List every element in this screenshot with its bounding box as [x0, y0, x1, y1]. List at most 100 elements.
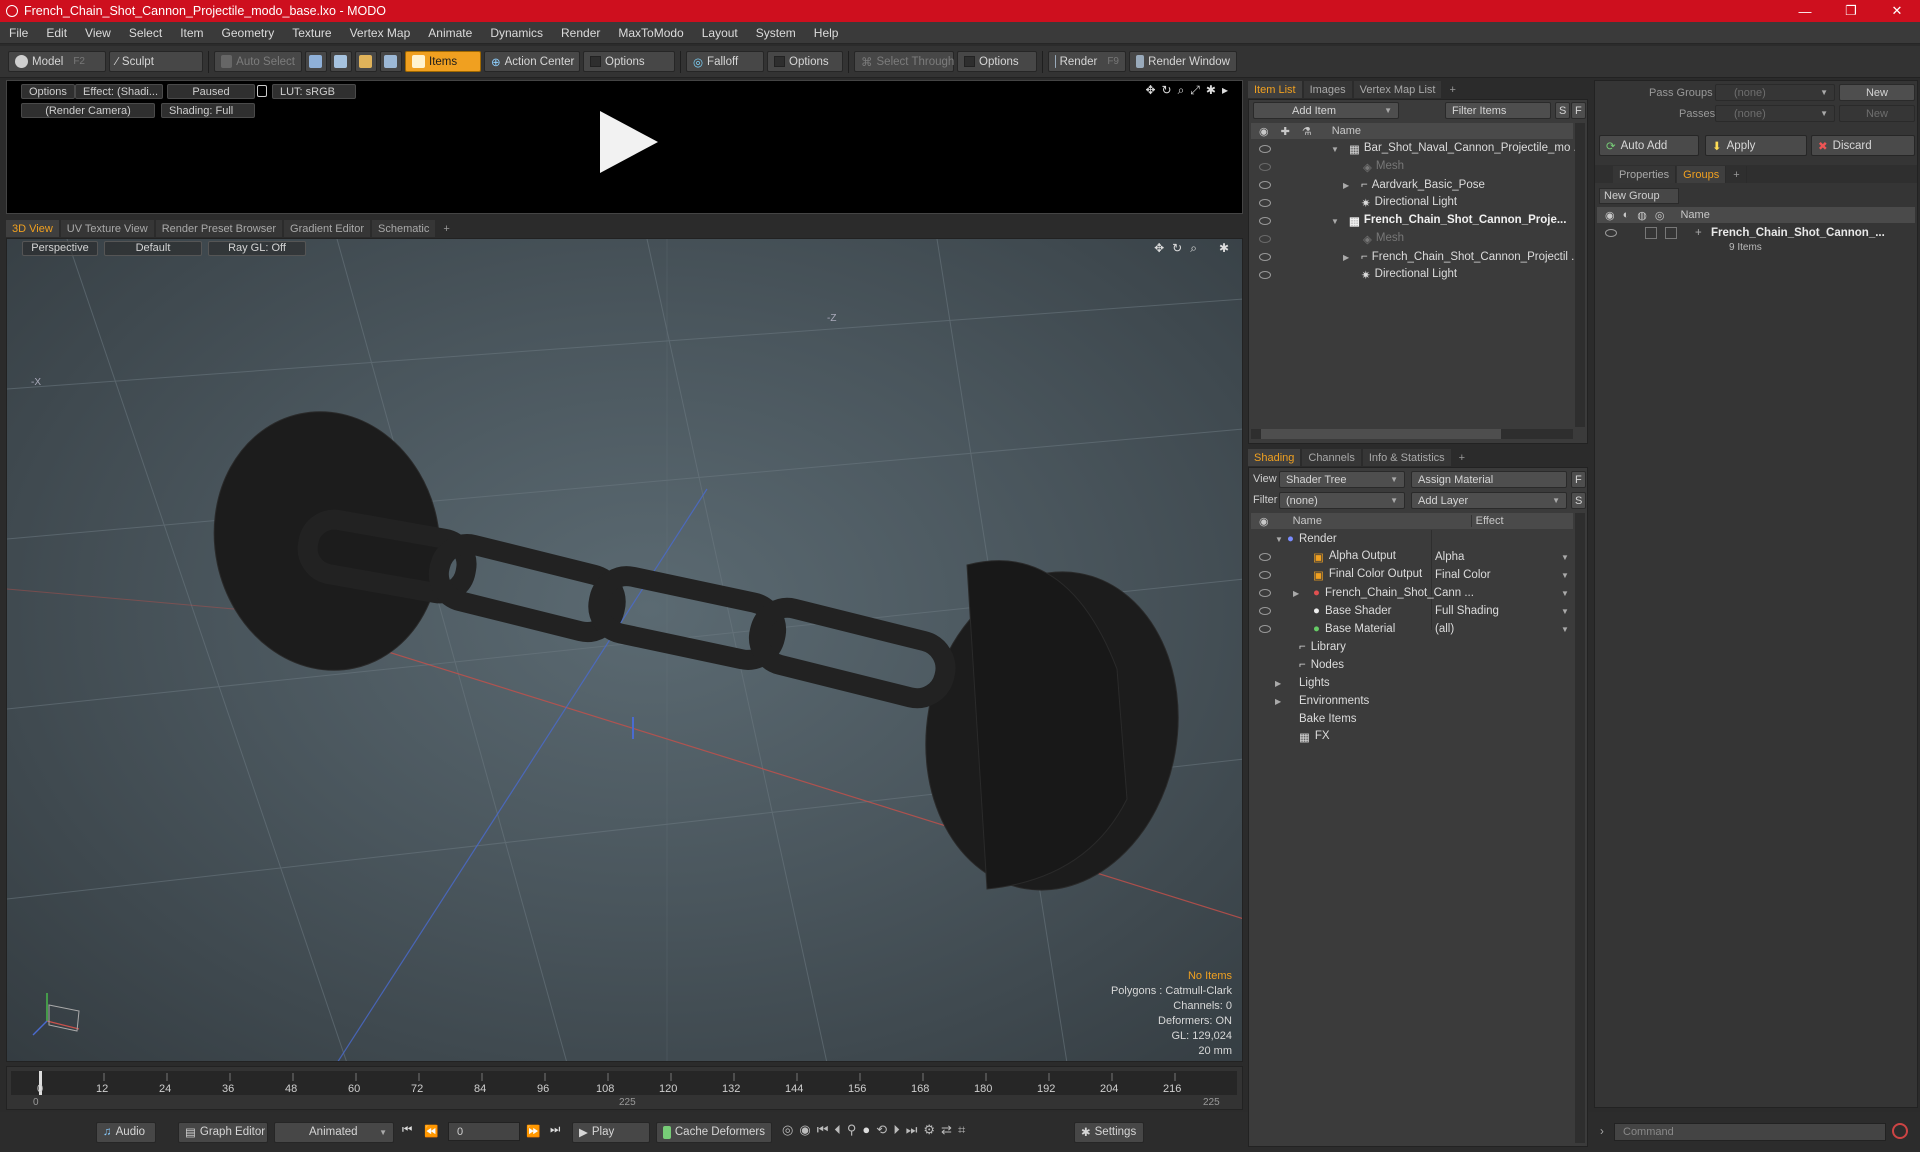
- tab-render-preset-browser[interactable]: Render Preset Browser: [155, 220, 284, 237]
- menu-animate[interactable]: Animate: [419, 26, 481, 40]
- list-item[interactable]: ▼ ▦ Bar_Shot_Naval_Cannon_Projectile_mo ..…: [1251, 140, 1583, 158]
- options-checkbox[interactable]: [590, 56, 601, 67]
- snap-icon[interactable]: ⌗: [958, 1122, 965, 1138]
- shading-dropdown[interactable]: Shading: Full: [161, 103, 255, 118]
- tab-groups[interactable]: Groups: [1677, 166, 1727, 183]
- chevron-down-icon[interactable]: ▼: [1561, 553, 1569, 562]
- action-center-options-button[interactable]: Options: [583, 51, 675, 72]
- add-layer-dropdown[interactable]: Add Layer ▼: [1411, 492, 1567, 509]
- graph-editor-button[interactable]: ▤ Graph Editor: [178, 1121, 268, 1143]
- key-all-icon[interactable]: ◉: [799, 1122, 810, 1138]
- passes-dropdown[interactable]: (none) ▼: [1715, 105, 1835, 122]
- add-tab-button[interactable]: +: [1453, 449, 1473, 466]
- expand-icon[interactable]: +: [1695, 227, 1702, 239]
- menu-item[interactable]: Item: [171, 26, 212, 40]
- shader-item[interactable]: ▣ Alpha Output Alpha ▼: [1251, 548, 1573, 566]
- eye-icon[interactable]: [1259, 145, 1271, 153]
- skip-start-icon[interactable]: ⏮: [402, 1124, 412, 1137]
- render-camera-dropdown[interactable]: (Render Camera): [21, 103, 155, 118]
- apply-button[interactable]: ⬇ Apply: [1705, 135, 1807, 156]
- vertices-mode-button[interactable]: [305, 51, 327, 72]
- expand-icon[interactable]: ▶: [1293, 589, 1299, 598]
- menu-file[interactable]: File: [0, 26, 37, 40]
- preview-options-button[interactable]: Options: [21, 84, 75, 99]
- tab-item-list[interactable]: Item List: [1248, 81, 1303, 98]
- maximize-icon[interactable]: ⤢: [1190, 83, 1200, 98]
- lock-icon[interactable]: ✚: [1281, 125, 1290, 138]
- expand-icon[interactable]: ▶: [1275, 679, 1281, 688]
- filter-dropdown[interactable]: (none) ▼: [1279, 492, 1405, 509]
- new-group-button[interactable]: New Group: [1599, 188, 1679, 204]
- next-key-icon[interactable]: ⏩: [526, 1124, 540, 1138]
- next-frame-icon[interactable]: ⏵: [893, 1122, 900, 1138]
- preview-paused-button[interactable]: Paused: [167, 84, 255, 99]
- settings-button[interactable]: ✱ Settings: [1074, 1121, 1144, 1143]
- list-item[interactable]: ▶ ⌐ Aardvark_Basic_Pose: [1251, 176, 1573, 194]
- shader-item[interactable]: ▶ Environments: [1251, 692, 1573, 710]
- tab-shading[interactable]: Shading: [1248, 449, 1302, 466]
- shader-item[interactable]: ▣ Final Color Output Final Color ▼: [1251, 566, 1573, 584]
- lock-checkbox[interactable]: [1645, 227, 1657, 239]
- eye-icon[interactable]: [1259, 589, 1271, 597]
- maximize-button[interactable]: ❐: [1828, 0, 1874, 22]
- render-window-button[interactable]: Render Window: [1129, 51, 1237, 72]
- add-tab-button[interactable]: +: [437, 220, 457, 237]
- shader-item[interactable]: ⌐ Nodes: [1251, 656, 1573, 674]
- tab-channels[interactable]: Channels: [1302, 449, 1362, 466]
- list-item[interactable]: ▶ ⌐ French_Chain_Shot_Cannon_Projectil ...: [1251, 248, 1581, 266]
- select-checkbox[interactable]: [1665, 227, 1677, 239]
- eye-icon[interactable]: [1259, 181, 1271, 189]
- bake-icon[interactable]: ⚙: [923, 1122, 935, 1138]
- action-center-button[interactable]: ⊕ Action Center: [484, 51, 580, 72]
- key-icon[interactable]: ◎: [782, 1122, 793, 1138]
- polygons-mode-button[interactable]: [355, 51, 377, 72]
- eye-icon[interactable]: [1259, 253, 1271, 261]
- shading-s-button[interactable]: S: [1571, 492, 1586, 509]
- command-input[interactable]: Command: [1614, 1123, 1886, 1141]
- list-item[interactable]: ✷ Directional Light: [1251, 194, 1573, 212]
- first-frame-icon[interactable]: ⏮: [817, 1122, 829, 1138]
- play-button[interactable]: ▶ Play: [572, 1121, 650, 1143]
- eye-icon[interactable]: [1259, 163, 1271, 171]
- view-dropdown[interactable]: Shader Tree ▼: [1279, 471, 1405, 488]
- select-through-button[interactable]: ⌘ Select Through: [854, 51, 954, 72]
- list-item[interactable]: ◈ Mesh: [1251, 158, 1573, 176]
- skip-end-icon[interactable]: ⏭: [550, 1124, 560, 1137]
- materials-mode-button[interactable]: [380, 51, 402, 72]
- lock-icon[interactable]: [257, 85, 267, 97]
- model-mode-button[interactable]: Model F2: [8, 51, 106, 72]
- auto-key-icon[interactable]: ⚲: [847, 1122, 857, 1138]
- falloff-button[interactable]: ◎ Falloff: [686, 51, 764, 72]
- eye-icon[interactable]: [1259, 217, 1271, 225]
- tab-uv-texture-view[interactable]: UV Texture View: [60, 220, 155, 237]
- assign-material-button[interactable]: Assign Material: [1411, 471, 1567, 488]
- eye-icon[interactable]: [1605, 229, 1617, 237]
- prev-frame-icon[interactable]: ⏴: [834, 1122, 841, 1138]
- discard-button[interactable]: ✖ Discard: [1811, 135, 1915, 156]
- filter-s-button[interactable]: S: [1555, 102, 1570, 119]
- eye-icon[interactable]: ◉: [1259, 125, 1269, 138]
- tab-schematic[interactable]: Schematic: [372, 220, 437, 237]
- menu-view[interactable]: View: [76, 26, 120, 40]
- shader-item[interactable]: ▶ Lights: [1251, 674, 1573, 692]
- cache-deformers-button[interactable]: Cache Deformers: [656, 1121, 772, 1143]
- arrow-right-icon[interactable]: ›: [1600, 1126, 1604, 1138]
- menu-geometry[interactable]: Geometry: [213, 26, 284, 40]
- gear-icon[interactable]: ✱: [1219, 241, 1229, 256]
- timeline[interactable]: 0 12 24 36 48 60 72 84 96 108 120 132 14…: [6, 1066, 1243, 1110]
- vertical-scrollbar[interactable]: [1575, 123, 1585, 427]
- menu-render[interactable]: Render: [552, 26, 609, 40]
- lut-dropdown[interactable]: LUT: sRGB: [272, 84, 356, 99]
- default-dropdown[interactable]: Default: [104, 240, 202, 256]
- eye-icon[interactable]: [1259, 607, 1271, 615]
- auto-add-button[interactable]: ⟳ Auto Add: [1599, 135, 1699, 156]
- rotate-icon[interactable]: ↻: [1172, 241, 1182, 256]
- options-checkbox[interactable]: [964, 56, 975, 67]
- preview-effect-dropdown[interactable]: Effect: (Shadi...: [75, 84, 163, 99]
- minimize-button[interactable]: —: [1782, 0, 1828, 22]
- menu-edit[interactable]: Edit: [37, 26, 76, 40]
- arrow-right-icon[interactable]: ▸: [1222, 83, 1228, 98]
- items-mode-button[interactable]: Items: [405, 51, 481, 72]
- chevron-down-icon[interactable]: ▼: [1561, 607, 1569, 616]
- raygl-dropdown[interactable]: Ray GL: Off: [208, 240, 306, 256]
